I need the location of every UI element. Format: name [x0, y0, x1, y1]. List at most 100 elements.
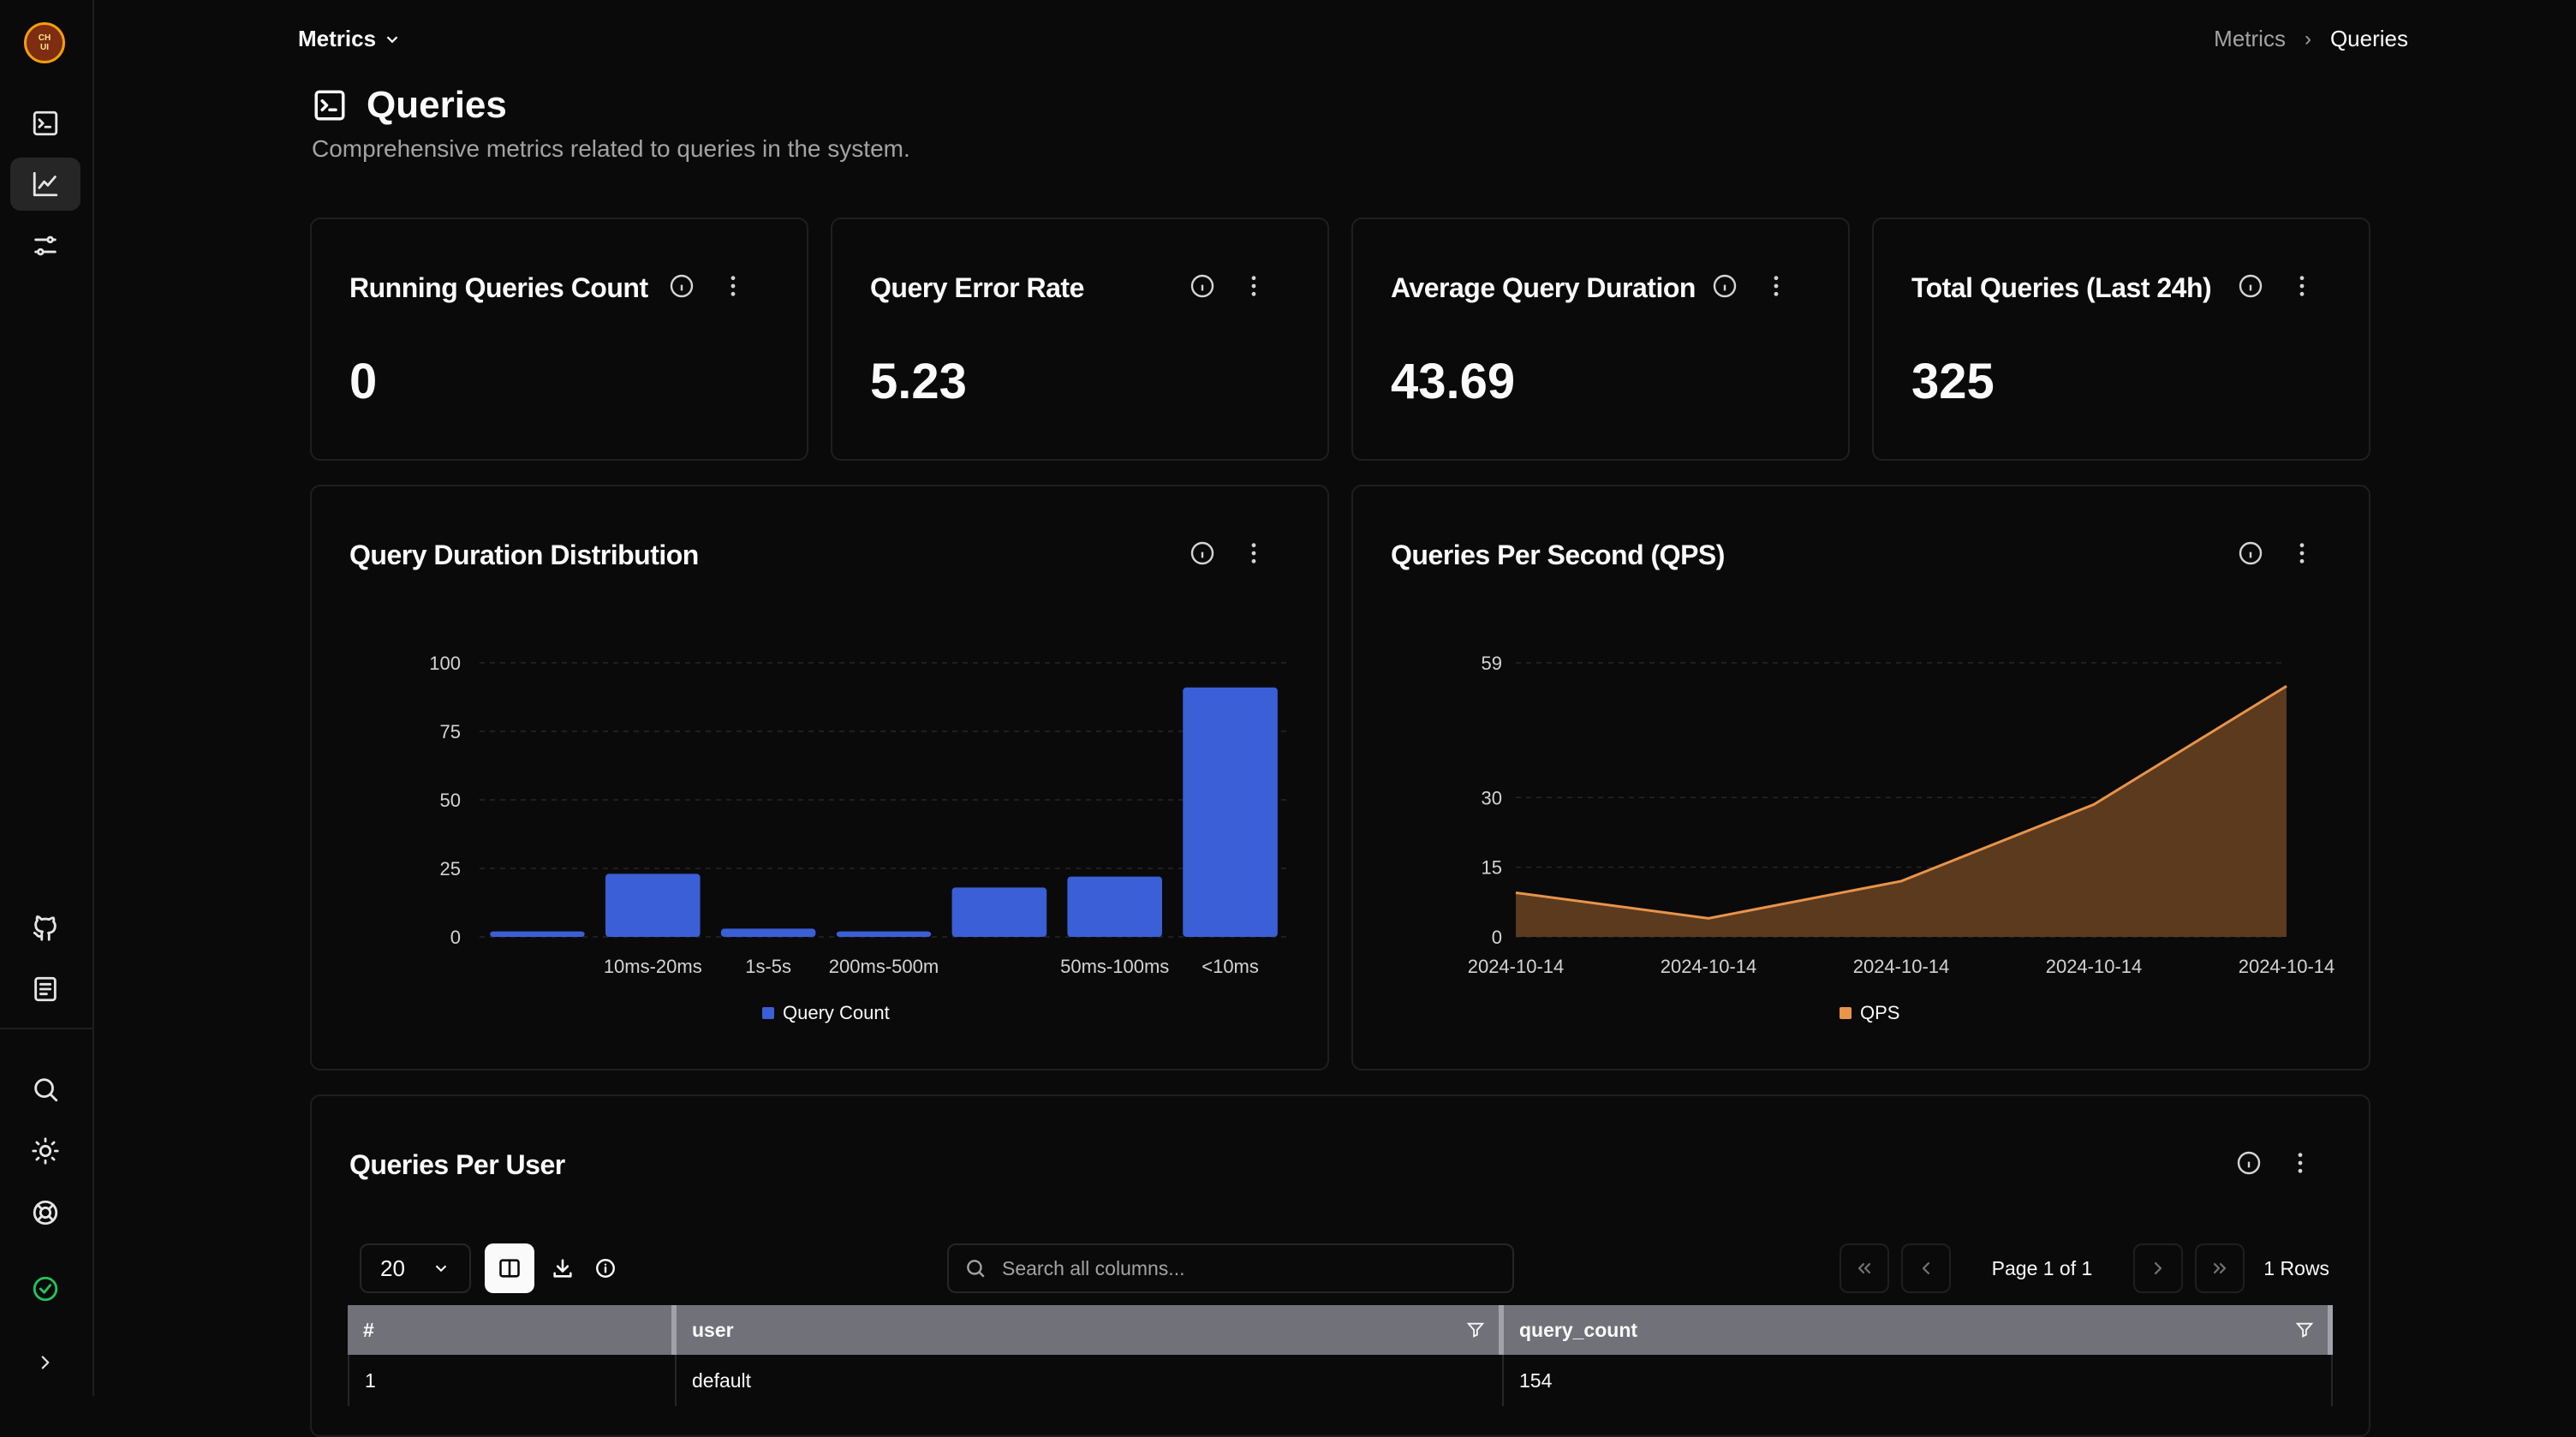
bar: [1183, 687, 1278, 937]
expand-icon: [41, 1356, 50, 1369]
card-title: Running Queries Count: [349, 272, 648, 303]
search-input[interactable]: [1000, 1255, 1483, 1281]
sidebar-item-settings[interactable]: [10, 219, 80, 272]
bar: [951, 887, 1047, 937]
table-row[interactable]: 1 default 154: [348, 1355, 2333, 1406]
rows-count: 1 Rows: [2263, 1256, 2329, 1279]
sidebar-item-github[interactable]: [10, 901, 80, 954]
y-tick-label: 75: [440, 721, 461, 742]
card-value: 0: [349, 354, 378, 409]
y-tick-label: 0: [450, 927, 461, 948]
breadcrumb-metrics[interactable]: Metrics: [2214, 26, 2286, 52]
info-icon[interactable]: [1711, 272, 1738, 300]
area-fill: [1516, 686, 2287, 937]
page-size-value: 20: [380, 1255, 405, 1281]
sidebar-item-console[interactable]: [10, 97, 80, 150]
more-vertical-icon[interactable]: [2288, 272, 2316, 300]
filter-icon[interactable]: [1466, 1321, 1485, 1339]
info-icon: [596, 1259, 615, 1278]
table-info-button[interactable]: [591, 1243, 620, 1293]
info-icon[interactable]: [1189, 272, 1216, 300]
info-icon[interactable]: [2237, 272, 2264, 300]
app-logo[interactable]: CH UI: [24, 22, 65, 63]
qps-area-chart: 0 15 30 59 2024-10-14 2024-10-14 2024-10-14 202…: [1468, 653, 2335, 977]
prev-page-button[interactable]: [1900, 1243, 1951, 1293]
sidebar-item-metrics[interactable]: [10, 158, 80, 211]
metrics-menu-button[interactable]: Metrics: [298, 26, 402, 52]
chart-legend: QPS: [1840, 1002, 1899, 1024]
bar: [836, 931, 932, 937]
chart-card-qps: Queries Per Second (QPS) 0 15 30 59 2024-10-…: [1351, 485, 2370, 1070]
card-title: Query Error Rate: [870, 272, 1084, 303]
sidebar-item-status[interactable]: [10, 1262, 80, 1315]
breadcrumb-queries: Queries: [2329, 26, 2408, 51]
table-cell: 1: [348, 1355, 677, 1406]
stat-card-total-queries: Total Queries (Last 24h) 325: [1872, 218, 2370, 461]
column-label: query_count: [1519, 1318, 1638, 1341]
column-header-index[interactable]: #: [348, 1305, 677, 1355]
search-icon: [967, 1260, 985, 1278]
download-icon: [553, 1259, 572, 1278]
info-icon[interactable]: [2235, 1149, 2263, 1177]
duration-bar-chart: 0 25 50 75 100 10ms-20ms 1s-5s 200ms-500m 50ms-1…: [429, 653, 1288, 977]
sidebar-divider: [0, 1028, 92, 1029]
first-page-button[interactable]: [1839, 1243, 1889, 1293]
toggle-columns-button[interactable]: [485, 1243, 534, 1293]
card-title: Total Queries (Last 24h): [1911, 272, 2212, 303]
logo-text-top: CH: [38, 33, 51, 43]
legend-swatch: [762, 1007, 774, 1019]
last-page-button[interactable]: [2195, 1243, 2245, 1293]
legend-swatch: [1840, 1007, 1852, 1019]
x-tick-label: 2024-10-14: [1468, 956, 1565, 977]
github-icon: [33, 915, 57, 941]
column-label: user: [692, 1318, 734, 1341]
table-header: # user query_count: [348, 1305, 2333, 1355]
search-icon: [34, 1078, 58, 1102]
sidebar-expand-button[interactable]: [10, 1336, 80, 1389]
filter-icon[interactable]: [2295, 1321, 2314, 1339]
console-icon: [314, 90, 345, 121]
more-vertical-icon[interactable]: [1240, 272, 1267, 300]
page-title: Queries: [367, 84, 507, 126]
x-tick-label: 200ms-500m: [829, 956, 939, 977]
settings-sliders-icon: [34, 236, 57, 256]
chevrons-left-icon: [1857, 1262, 1870, 1274]
card-value: 325: [1911, 354, 1995, 409]
chevrons-right-icon: [2214, 1262, 2227, 1274]
logo-text-bottom: UI: [40, 43, 49, 52]
sidebar-item-search[interactable]: [10, 1063, 80, 1116]
page-size-select[interactable]: 20: [360, 1243, 471, 1293]
more-vertical-icon[interactable]: [719, 272, 747, 300]
info-icon[interactable]: [668, 272, 695, 300]
column-header-query-count[interactable]: query_count: [1504, 1305, 2333, 1355]
chart-legend: Query Count: [762, 1002, 890, 1024]
console-icon: [33, 110, 58, 136]
page-description: Comprehensive metrics related to queries…: [312, 135, 910, 162]
column-header-user[interactable]: user: [677, 1305, 1504, 1355]
more-vertical-icon[interactable]: [2287, 1149, 2314, 1177]
y-tick-label: 59: [1482, 653, 1502, 674]
chart-card-duration: Query Duration Distribution 0 25 50 75 100 10…: [310, 485, 1329, 1070]
sidebar-item-help[interactable]: [10, 1186, 80, 1239]
more-vertical-icon[interactable]: [1762, 272, 1790, 300]
bar: [490, 931, 585, 937]
y-tick-label: 30: [1482, 787, 1502, 808]
table-cell: default: [677, 1355, 1504, 1406]
sidebar-item-theme[interactable]: [10, 1124, 80, 1178]
y-tick-label: 15: [1482, 857, 1502, 879]
y-tick-label: 25: [440, 858, 461, 879]
chevron-down-icon: [386, 35, 398, 43]
y-tick-label: 0: [1492, 927, 1502, 948]
columns-icon: [499, 1259, 520, 1278]
chevron-left-icon: [1922, 1261, 1929, 1275]
download-button[interactable]: [548, 1243, 577, 1293]
x-tick-label: 1s-5s: [745, 956, 791, 977]
legend-label: QPS: [1860, 1002, 1900, 1023]
x-tick-label: <10ms: [1202, 956, 1259, 977]
breadcrumb-separator-icon: ›: [2304, 27, 2311, 51]
chevron-down-icon: [435, 1265, 447, 1273]
table-toolbar: 20: [360, 1243, 620, 1293]
next-page-button[interactable]: [2133, 1243, 2184, 1293]
status-icon: [33, 1276, 58, 1302]
sidebar-item-docs[interactable]: [10, 963, 80, 1016]
